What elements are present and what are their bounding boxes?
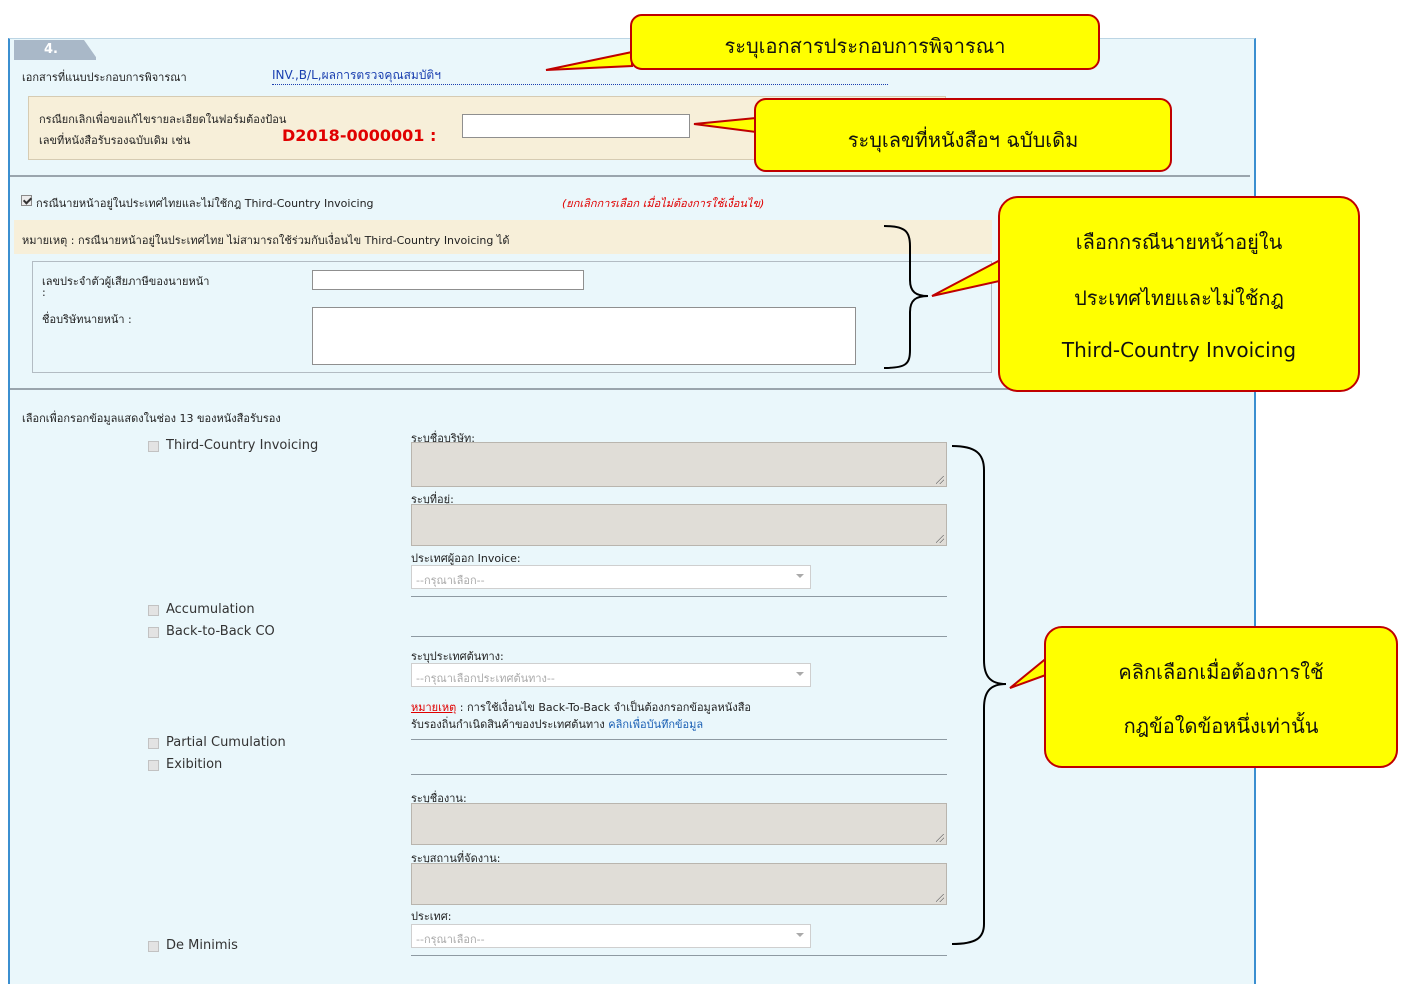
callout-broker: เลือกกรณีนายหน้าอยู่ใน ประเทศไทยและไม่ใช… (998, 196, 1360, 392)
broker-brace (883, 225, 929, 369)
callout2-pointer (693, 116, 757, 134)
callout-box13-line1: คลิกเลือกเมื่อต้องการใช้ (1118, 660, 1324, 684)
callout-broker-line1: เลือกกรณีนายหน้าอยู่ใน (1075, 230, 1283, 254)
callout-attachments-text: ระบุเอกสารประกอบการพิจารณา (724, 34, 1006, 58)
callout-broker-line2: ประเทศไทยและไม่ใช้กฎ (1074, 286, 1284, 310)
callout-broker-line3: Third-Country Invoicing (1061, 338, 1297, 362)
callout-original-number: ระบุเลขที่หนังสือฯ ฉบับเดิม (754, 98, 1172, 172)
callout1-pointer (545, 50, 633, 71)
box13-brace (951, 445, 1007, 945)
callout-box13-line2: กฎข้อใดข้อหนึ่งเท่านั้น (1123, 714, 1319, 738)
callout-original-number-text: ระบุเลขที่หนังสือฯ ฉบับเดิม (847, 128, 1079, 152)
callout3-pointer (931, 256, 1005, 297)
annotation-overlay (545, 50, 1055, 945)
callout-box13: คลิกเลือกเมื่อต้องการใช้ กฎข้อใดข้อหนึ่ง… (1044, 626, 1398, 768)
callout-attachments: ระบุเอกสารประกอบการพิจารณา (630, 14, 1100, 70)
